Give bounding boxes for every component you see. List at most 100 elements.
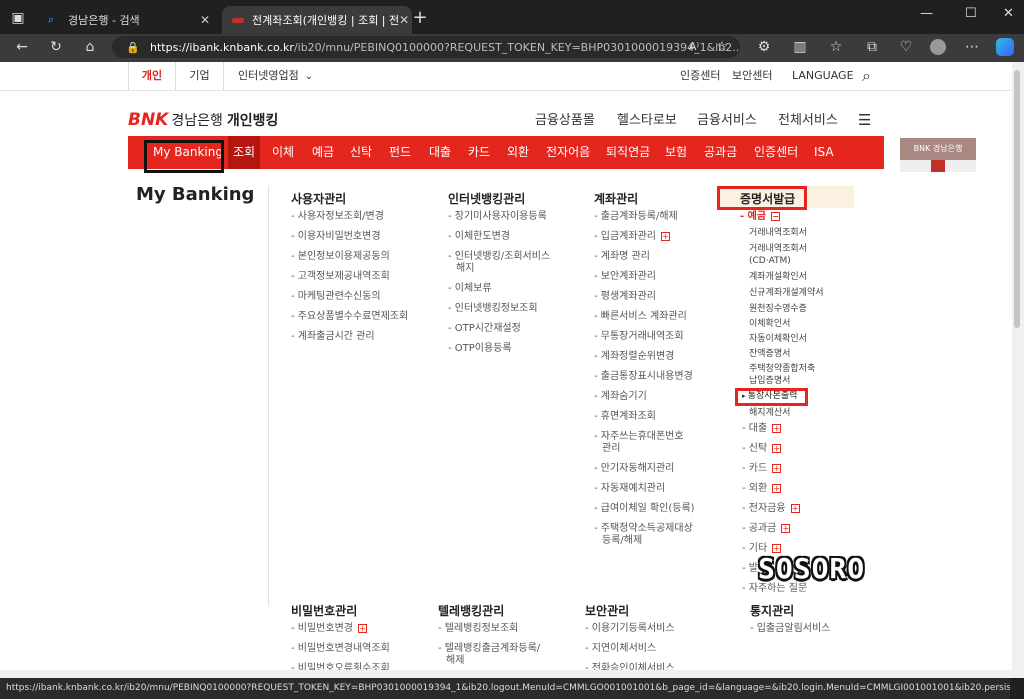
submenu-link[interactable]: 계좌개설확인서 bbox=[749, 272, 807, 283]
menu-link[interactable]: - 사용자정보조회/변경 bbox=[291, 210, 384, 223]
util-personal-link[interactable]: 개인 bbox=[128, 62, 176, 90]
util-security-link[interactable]: 보안센터 bbox=[732, 62, 772, 90]
menu-link[interactable]: - 만기자동해지관리 bbox=[594, 462, 674, 475]
submenu-link[interactable]: 잔액증명서 bbox=[749, 349, 790, 360]
menu-link[interactable]: - 비밀번호오류횟수조회 bbox=[291, 662, 390, 670]
menu-link[interactable]: - 장기미사용자이용등록 bbox=[448, 210, 547, 223]
tab-active[interactable]: 전계좌조회(개인뱅킹 | 조회 | 전 ✕ bbox=[222, 6, 412, 34]
menu-link[interactable]: - 전화승인이체서비스 bbox=[585, 662, 675, 670]
menu-link[interactable]: - 공과금 + bbox=[742, 522, 791, 535]
expand-plus-icon[interactable]: + bbox=[358, 623, 367, 633]
favorite-star-icon[interactable]: ☆ bbox=[712, 37, 732, 57]
menu-link[interactable]: - 이체한도변경 bbox=[448, 230, 510, 243]
nav-pension[interactable]: 퇴직연금 bbox=[606, 136, 650, 169]
hamburger-menu-icon[interactable]: ☰ bbox=[858, 111, 871, 129]
logo[interactable]: BNK 경남은행 개인뱅킹 bbox=[128, 110, 278, 130]
submenu-link[interactable]: 이체확인서 bbox=[749, 319, 790, 330]
menu-link[interactable]: - 이용자비밀번호변경 bbox=[291, 230, 381, 243]
collapse-minus-icon[interactable]: − bbox=[771, 211, 781, 221]
gnb-product-mall[interactable]: 금융상품몰 bbox=[535, 109, 595, 128]
expand-plus-icon[interactable]: + bbox=[772, 443, 782, 453]
nav-trust[interactable]: 신탁 bbox=[350, 136, 372, 169]
nav-transfer[interactable]: 이체 bbox=[272, 136, 294, 169]
menu-link[interactable]: - 자동재예치관리 bbox=[594, 482, 665, 495]
expand-plus-icon[interactable]: + bbox=[772, 463, 782, 473]
menu-link[interactable]: - 카드 + bbox=[742, 462, 782, 475]
menu-link[interactable]: - 비밀번호변경 + bbox=[291, 622, 367, 635]
more-icon[interactable]: ⋯ bbox=[962, 37, 982, 57]
util-branch-link[interactable]: 인터넷영업점 ⌄ bbox=[238, 62, 313, 91]
menu-link[interactable]: - 텔레뱅킹정보조회 bbox=[438, 622, 518, 635]
extensions-icon[interactable]: ⚙ bbox=[754, 37, 774, 57]
side-banner[interactable]: BNK 경남은행 bbox=[900, 138, 976, 160]
submenu-link[interactable]: 거래내역조회서 bbox=[749, 244, 807, 255]
language-link[interactable]: LANGUAGE bbox=[792, 62, 854, 90]
nav-isa[interactable]: ISA bbox=[814, 136, 834, 169]
search-icon[interactable]: ⌕ bbox=[862, 62, 871, 90]
menu-link[interactable]: - 인터넷뱅킹정보조회 bbox=[448, 302, 538, 315]
expand-plus-icon[interactable]: + bbox=[772, 423, 782, 433]
avatar[interactable] bbox=[930, 39, 946, 55]
collections-icon[interactable]: ⧉ bbox=[862, 37, 882, 57]
menu-link[interactable]: - 이체보류 bbox=[448, 282, 492, 295]
menu-link[interactable]: - 급여이체일 확인(등록) bbox=[594, 502, 695, 515]
menu-link[interactable]: - 마케팅관련수신동의 bbox=[291, 290, 381, 303]
submenu-link[interactable]: 자동이체확인서 bbox=[749, 334, 807, 345]
heart-icon[interactable]: ♡ bbox=[896, 37, 916, 57]
gnb-all-service[interactable]: 전체서비스 bbox=[778, 109, 838, 128]
menu-link[interactable]: - 입출금알림서비스 bbox=[750, 622, 830, 635]
menu-link[interactable]: - 입금계좌관리 + bbox=[594, 230, 670, 243]
menu-link[interactable]: - 대출 + bbox=[742, 422, 782, 435]
menu-link[interactable]: - 빠른서비스 계좌관리 bbox=[594, 310, 687, 323]
menu-link[interactable]: - 이용기기등록서비스 bbox=[585, 622, 675, 635]
nav-forex[interactable]: 외환 bbox=[507, 136, 529, 169]
nav-deposit[interactable]: 예금 bbox=[312, 136, 334, 169]
submenu-link[interactable]: 해지계산서 bbox=[749, 408, 790, 419]
menu-link[interactable]: - 출금통장표시내용변경 bbox=[594, 370, 693, 383]
submenu-link-cont[interactable]: (CD·ATM) bbox=[749, 256, 791, 267]
menu-link-cont[interactable]: 해지 bbox=[456, 262, 474, 275]
expand-plus-icon[interactable]: + bbox=[661, 231, 670, 241]
util-cert-link[interactable]: 인증센터 bbox=[680, 62, 720, 90]
scrollbar-thumb[interactable] bbox=[1014, 70, 1020, 328]
nav-insurance[interactable]: 보험 bbox=[665, 136, 687, 169]
menu-link[interactable]: - OTP시간재설정 bbox=[448, 322, 521, 335]
menu-link[interactable]: - 평생계좌관리 bbox=[594, 290, 656, 303]
menu-link[interactable]: - 고객정보제공내역조회 bbox=[291, 270, 390, 283]
expand-plus-icon[interactable]: + bbox=[772, 483, 782, 493]
expand-plus-icon[interactable]: + bbox=[781, 523, 791, 533]
close-window-icon[interactable]: ✕ bbox=[1003, 6, 1014, 21]
nav-inquiry[interactable]: 조회 bbox=[233, 136, 255, 169]
nav-loan[interactable]: 대출 bbox=[429, 136, 451, 169]
nav-card[interactable]: 카드 bbox=[468, 136, 490, 169]
menu-link[interactable]: - 신탁 + bbox=[742, 442, 782, 455]
menu-link[interactable]: - 무통장거래내역조회 bbox=[594, 330, 684, 343]
split-screen-icon[interactable]: ▥ bbox=[790, 37, 810, 57]
menu-link[interactable]: - 계좌숨기기 bbox=[594, 390, 647, 403]
nav-fund[interactable]: 펀드 bbox=[389, 136, 411, 169]
menu-link[interactable]: - 지연이체서비스 bbox=[585, 642, 656, 655]
nav-utility[interactable]: 공과금 bbox=[704, 136, 737, 169]
close-icon[interactable]: ✕ bbox=[399, 13, 409, 27]
menu-link[interactable]: - 계좌정렬순위변경 bbox=[594, 350, 674, 363]
menu-link[interactable]: - 계좌명 관리 bbox=[594, 250, 650, 263]
menu-link[interactable]: - 발 bbox=[742, 562, 758, 575]
maximize-icon[interactable]: ☐ bbox=[965, 6, 977, 21]
menu-link[interactable]: - 외환 + bbox=[742, 482, 782, 495]
new-tab-button[interactable]: + bbox=[410, 8, 430, 28]
submenu-link-cont[interactable]: 납입증명서 bbox=[749, 376, 790, 387]
nav-e-bill[interactable]: 전자어음 bbox=[546, 136, 590, 169]
tab-search[interactable]: ⌕ 경남은행 - 검색 ✕ bbox=[38, 6, 220, 34]
menu-link-cont[interactable]: 등록/해제 bbox=[602, 534, 642, 547]
back-icon[interactable]: ← bbox=[12, 37, 32, 57]
minimize-icon[interactable]: — bbox=[920, 6, 933, 21]
menu-link[interactable]: - 본인정보이용제공동의 bbox=[291, 250, 390, 263]
submenu-link[interactable]: 원천징수영수증 bbox=[749, 304, 807, 315]
menu-link-cont[interactable]: 관리 bbox=[602, 442, 620, 455]
home-icon[interactable]: ⌂ bbox=[80, 37, 100, 57]
menu-link[interactable]: - 보안계좌관리 bbox=[594, 270, 656, 283]
favorites-icon[interactable]: ☆ bbox=[826, 37, 846, 57]
menu-link[interactable]: - 비밀번호변경내역조회 bbox=[291, 642, 390, 655]
menu-link[interactable]: - 출금계좌등록/해제 bbox=[594, 210, 678, 223]
gnb-finance-service[interactable]: 금융서비스 bbox=[697, 109, 757, 128]
